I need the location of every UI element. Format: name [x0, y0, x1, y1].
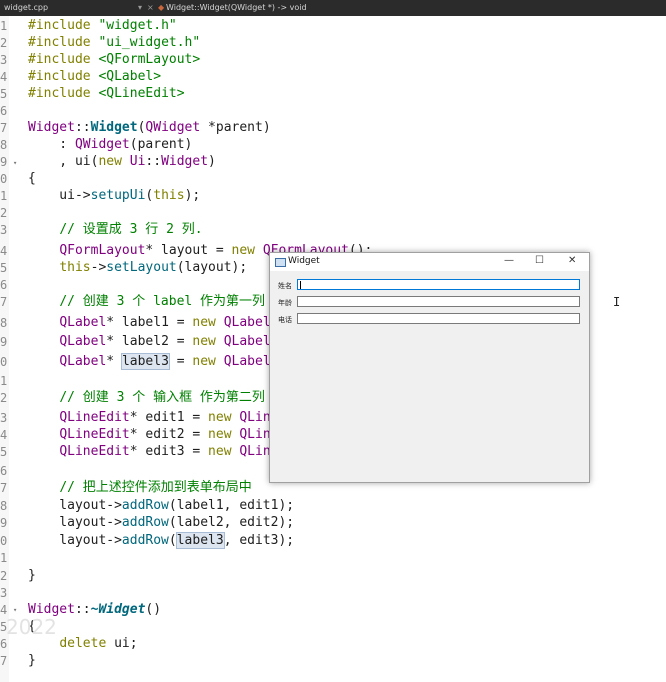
code-line: // 把上述控件添加到表单布局中	[59, 480, 252, 495]
line-number: 0	[0, 355, 8, 369]
code-line: #include <QLineEdit>	[28, 86, 185, 101]
window-titlebar[interactable]: Widget — ☐ ✕	[270, 253, 589, 271]
code-line: QLabel* label1 = new QLabel	[59, 315, 271, 330]
text-cursor-icon: I	[613, 295, 621, 309]
code-line: QLabel* label3 = new QLabel	[59, 353, 271, 370]
fold-marker-icon[interactable]: ▾	[13, 159, 17, 167]
code-line: }	[28, 568, 36, 583]
file-tab[interactable]: widget.cpp	[4, 3, 48, 12]
line-number: 9	[0, 155, 8, 169]
code-line: ui->setupUi(this);	[28, 188, 201, 203]
code-line: layout->addRow(label2, edit2);	[28, 515, 295, 530]
window-title: Widget	[288, 256, 320, 266]
line-number: 7	[0, 295, 8, 309]
code-line: // 创建 3 个 label 作为第一列	[59, 294, 266, 309]
code-line: #include <QLabel>	[28, 69, 162, 84]
watermark: 2022	[6, 615, 57, 639]
function-icon: ◆	[158, 3, 165, 12]
line-number: 6	[0, 464, 8, 478]
fold-marker-icon[interactable]: ▾	[13, 606, 17, 614]
line-number: 4	[0, 70, 8, 84]
line-number: 3	[0, 411, 8, 425]
code-line: // 设置成 3 行 2 列.	[59, 222, 203, 237]
line-number: 4	[0, 244, 8, 258]
code-line: #include "widget.h"	[28, 18, 177, 33]
function-breadcrumb[interactable]: Widget::Widget(QWidget *) -> void	[166, 3, 307, 12]
app-window-icon	[275, 258, 286, 267]
code-line: #include <QFormLayout>	[28, 52, 201, 67]
code-line: this->setLayout(layout);	[59, 260, 248, 275]
phone-label: 电话	[278, 316, 292, 324]
line-number: 3	[0, 53, 8, 67]
name-label: 姓名	[278, 282, 292, 290]
line-number: 3	[0, 223, 8, 237]
line-number: 7	[0, 121, 8, 135]
line-number: 5	[0, 261, 8, 275]
line-number: 3	[0, 586, 8, 600]
line-number: 8	[0, 499, 8, 513]
line-number: 8	[0, 316, 8, 330]
line-number: 2	[0, 391, 8, 405]
line-number: 4	[0, 428, 8, 442]
code-line: QLineEdit* edit2 = new QLineEdit	[59, 427, 310, 442]
code-line: Widget::Widget(QWidget *parent)	[28, 120, 271, 135]
line-number: 2	[0, 569, 8, 583]
code-line: {	[28, 171, 36, 186]
line-number: 1	[0, 374, 8, 388]
line-number: 6	[0, 278, 8, 292]
code-line: layout->addRow(label1, edit1);	[28, 498, 295, 513]
line-number: 5	[0, 87, 8, 101]
name-input[interactable]	[297, 279, 580, 290]
maximize-button[interactable]: ☐	[535, 255, 544, 266]
minimize-button[interactable]: —	[504, 255, 514, 266]
age-input[interactable]	[297, 296, 580, 307]
code-line: , ui(new Ui::Widget)	[28, 154, 216, 169]
editor-tab-bar: widget.cpp ▾ × ◆ Widget::Widget(QWidget …	[0, 0, 666, 16]
line-number: 1	[0, 19, 8, 33]
code-line: QLineEdit* edit3 = new QLineEdit	[59, 444, 310, 459]
phone-input[interactable]	[297, 313, 580, 324]
line-number: 1	[0, 189, 8, 203]
text-caret	[300, 281, 301, 289]
line-number: 2	[0, 36, 8, 50]
code-line: // 创建 3 个 输入框 作为第二列	[59, 390, 265, 405]
line-number: 5	[0, 445, 8, 459]
line-number: 1	[0, 551, 8, 565]
tab-close-icon[interactable]: ×	[147, 3, 154, 12]
line-number: 0	[0, 534, 8, 548]
line-number: 7	[0, 481, 8, 495]
line-number: 0	[0, 172, 8, 186]
line-number: 2	[0, 206, 8, 220]
line-number: 8	[0, 138, 8, 152]
code-line: QLineEdit* edit1 = new QLineEdit	[59, 410, 310, 425]
close-button[interactable]: ✕	[568, 255, 576, 266]
line-number: 9	[0, 335, 8, 349]
tab-dropdown-icon[interactable]: ▾	[138, 3, 142, 12]
line-number: 7	[0, 654, 8, 668]
code-line: QLabel* label2 = new QLabel	[59, 334, 271, 349]
code-line: }	[28, 653, 36, 668]
qt-widget-window[interactable]: Widget — ☐ ✕ 姓名 年龄 电话	[269, 252, 590, 483]
code-line: : QWidget(parent)	[28, 137, 193, 152]
code-line: layout->addRow(label3, edit3);	[28, 532, 295, 549]
code-line: #include "ui_widget.h"	[28, 35, 201, 50]
age-label: 年龄	[278, 299, 292, 307]
line-number: 9	[0, 516, 8, 530]
line-number: 6	[0, 104, 8, 118]
line-number: 6	[0, 637, 8, 651]
